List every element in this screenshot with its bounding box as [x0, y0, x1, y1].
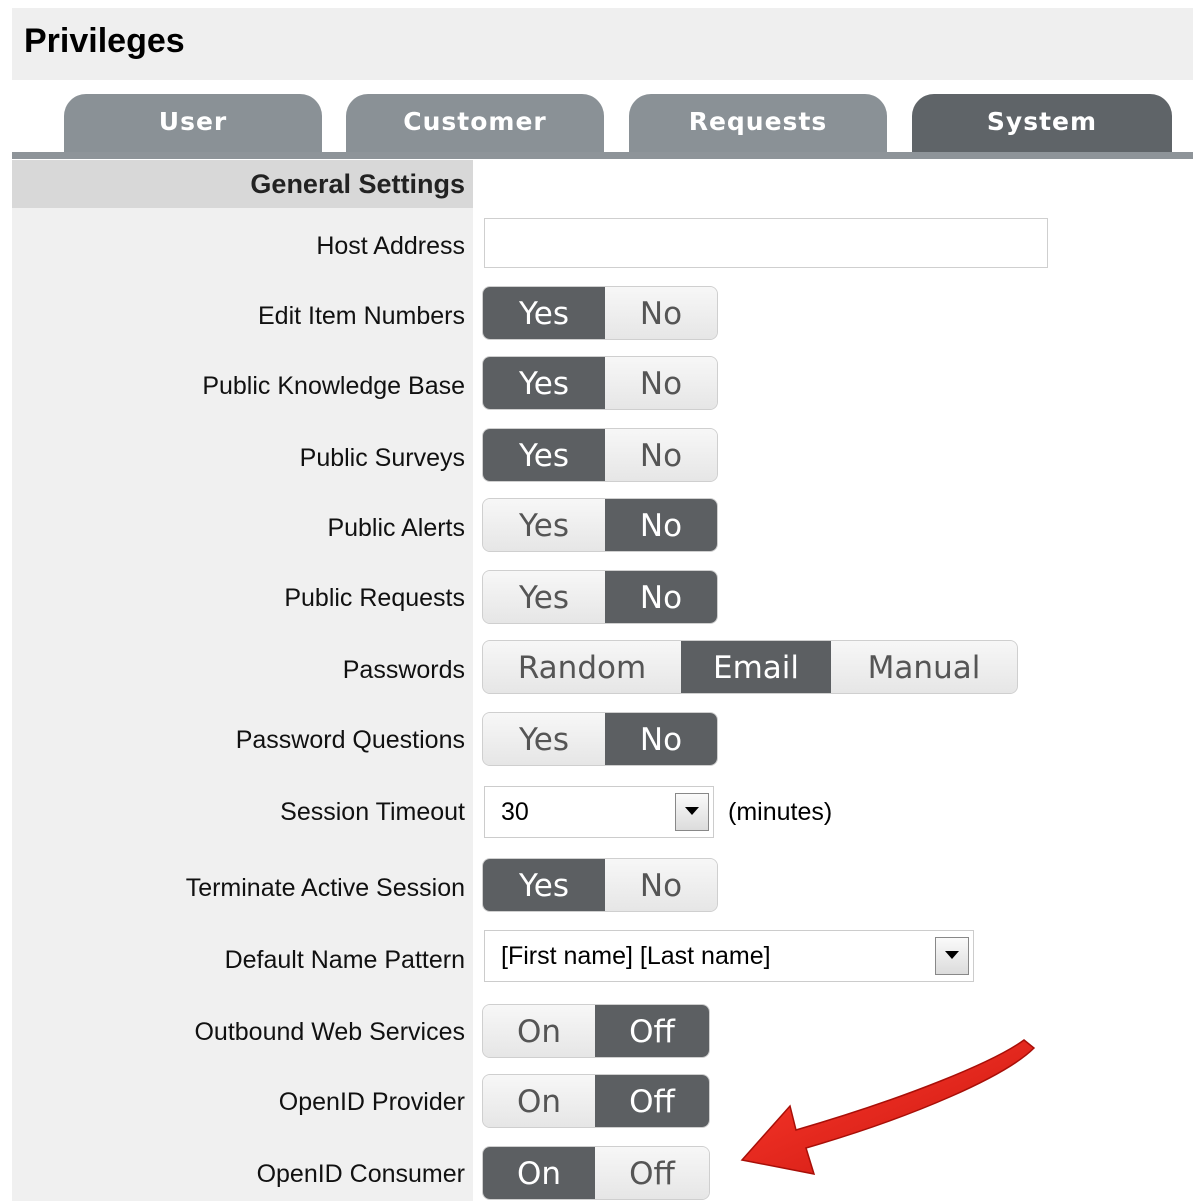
- terminate-active-session-no-option[interactable]: No: [605, 859, 717, 911]
- outbound-web-services-off-option[interactable]: Off: [595, 1005, 709, 1057]
- tab-customer[interactable]: Customer: [346, 94, 604, 152]
- session-timeout-units: (minutes): [728, 798, 833, 826]
- openid-provider-off-option[interactable]: Off: [595, 1075, 709, 1127]
- tab-divider: [12, 152, 1193, 159]
- openid-consumer-on-option[interactable]: On: [483, 1147, 595, 1199]
- default-name-pattern-select[interactable]: [First name] [Last name]: [484, 930, 974, 982]
- public-requests-no-option[interactable]: No: [605, 571, 717, 623]
- edit-item-numbers-no-option[interactable]: No: [605, 287, 717, 339]
- session-timeout-select[interactable]: 30: [484, 786, 714, 838]
- openid-provider-label: OpenID Provider: [278, 1088, 465, 1116]
- host-address-input[interactable]: [484, 218, 1048, 268]
- public-knowledge-base-yes-option[interactable]: Yes: [483, 357, 605, 409]
- public-surveys-no-option[interactable]: No: [605, 429, 717, 481]
- privileges-page: Privileges User Customer Requests System…: [12, 8, 1193, 1201]
- outbound-web-services-toggle: On Off: [482, 1004, 710, 1058]
- default-name-pattern-label: Default Name Pattern: [224, 946, 465, 974]
- edit-item-numbers-yes-option[interactable]: Yes: [483, 287, 605, 339]
- label-column: General Settings Host Address Edit Item …: [12, 160, 473, 1201]
- outbound-web-services-label: Outbound Web Services: [194, 1018, 465, 1046]
- passwords-random-option[interactable]: Random: [483, 641, 681, 693]
- terminate-active-session-toggle: Yes No: [482, 858, 718, 912]
- openid-provider-on-option[interactable]: On: [483, 1075, 595, 1127]
- tab-system[interactable]: System: [912, 94, 1172, 152]
- public-requests-yes-option[interactable]: Yes: [483, 571, 605, 623]
- public-surveys-toggle: Yes No: [482, 428, 718, 482]
- public-alerts-label: Public Alerts: [327, 514, 465, 542]
- page-title: Privileges: [24, 22, 185, 60]
- title-bar: Privileges: [12, 8, 1193, 80]
- tab-bar: User Customer Requests System: [12, 80, 1193, 160]
- password-questions-no-option[interactable]: No: [605, 713, 717, 765]
- red-arrow-icon: [740, 1039, 1036, 1175]
- section-title: General Settings: [250, 169, 465, 199]
- edit-item-numbers-toggle: Yes No: [482, 286, 718, 340]
- openid-consumer-toggle: On Off: [482, 1146, 710, 1200]
- session-timeout-label: Session Timeout: [280, 798, 465, 826]
- passwords-label: Passwords: [342, 656, 465, 684]
- public-surveys-yes-option[interactable]: Yes: [483, 429, 605, 481]
- public-knowledge-base-no-option[interactable]: No: [605, 357, 717, 409]
- passwords-selector: Random Email Manual: [482, 640, 1018, 694]
- session-timeout-value: 30: [501, 798, 529, 826]
- outbound-web-services-on-option[interactable]: On: [483, 1005, 595, 1057]
- password-questions-toggle: Yes No: [482, 712, 718, 766]
- passwords-manual-option[interactable]: Manual: [831, 641, 1017, 693]
- public-alerts-no-option[interactable]: No: [605, 499, 717, 551]
- terminate-active-session-yes-option[interactable]: Yes: [483, 859, 605, 911]
- chevron-down-icon[interactable]: [935, 937, 969, 975]
- chevron-down-icon[interactable]: [675, 793, 709, 831]
- terminate-active-session-label: Terminate Active Session: [185, 874, 465, 902]
- public-requests-label: Public Requests: [284, 584, 465, 612]
- openid-consumer-off-option[interactable]: Off: [595, 1147, 709, 1199]
- public-requests-toggle: Yes No: [482, 570, 718, 624]
- public-alerts-toggle: Yes No: [482, 498, 718, 552]
- section-header: General Settings: [12, 160, 473, 208]
- password-questions-yes-option[interactable]: Yes: [483, 713, 605, 765]
- default-name-pattern-value: [First name] [Last name]: [501, 942, 771, 970]
- tab-user[interactable]: User: [64, 94, 322, 152]
- host-address-label: Host Address: [316, 232, 465, 260]
- openid-consumer-label: OpenID Consumer: [256, 1160, 465, 1188]
- password-questions-label: Password Questions: [235, 726, 465, 754]
- edit-item-numbers-label: Edit Item Numbers: [257, 302, 465, 330]
- public-knowledge-base-label: Public Knowledge Base: [202, 372, 465, 400]
- openid-provider-toggle: On Off: [482, 1074, 710, 1128]
- tab-requests[interactable]: Requests: [629, 94, 887, 152]
- passwords-email-option[interactable]: Email: [681, 641, 831, 693]
- public-alerts-yes-option[interactable]: Yes: [483, 499, 605, 551]
- public-knowledge-base-toggle: Yes No: [482, 356, 718, 410]
- public-surveys-label: Public Surveys: [299, 444, 465, 472]
